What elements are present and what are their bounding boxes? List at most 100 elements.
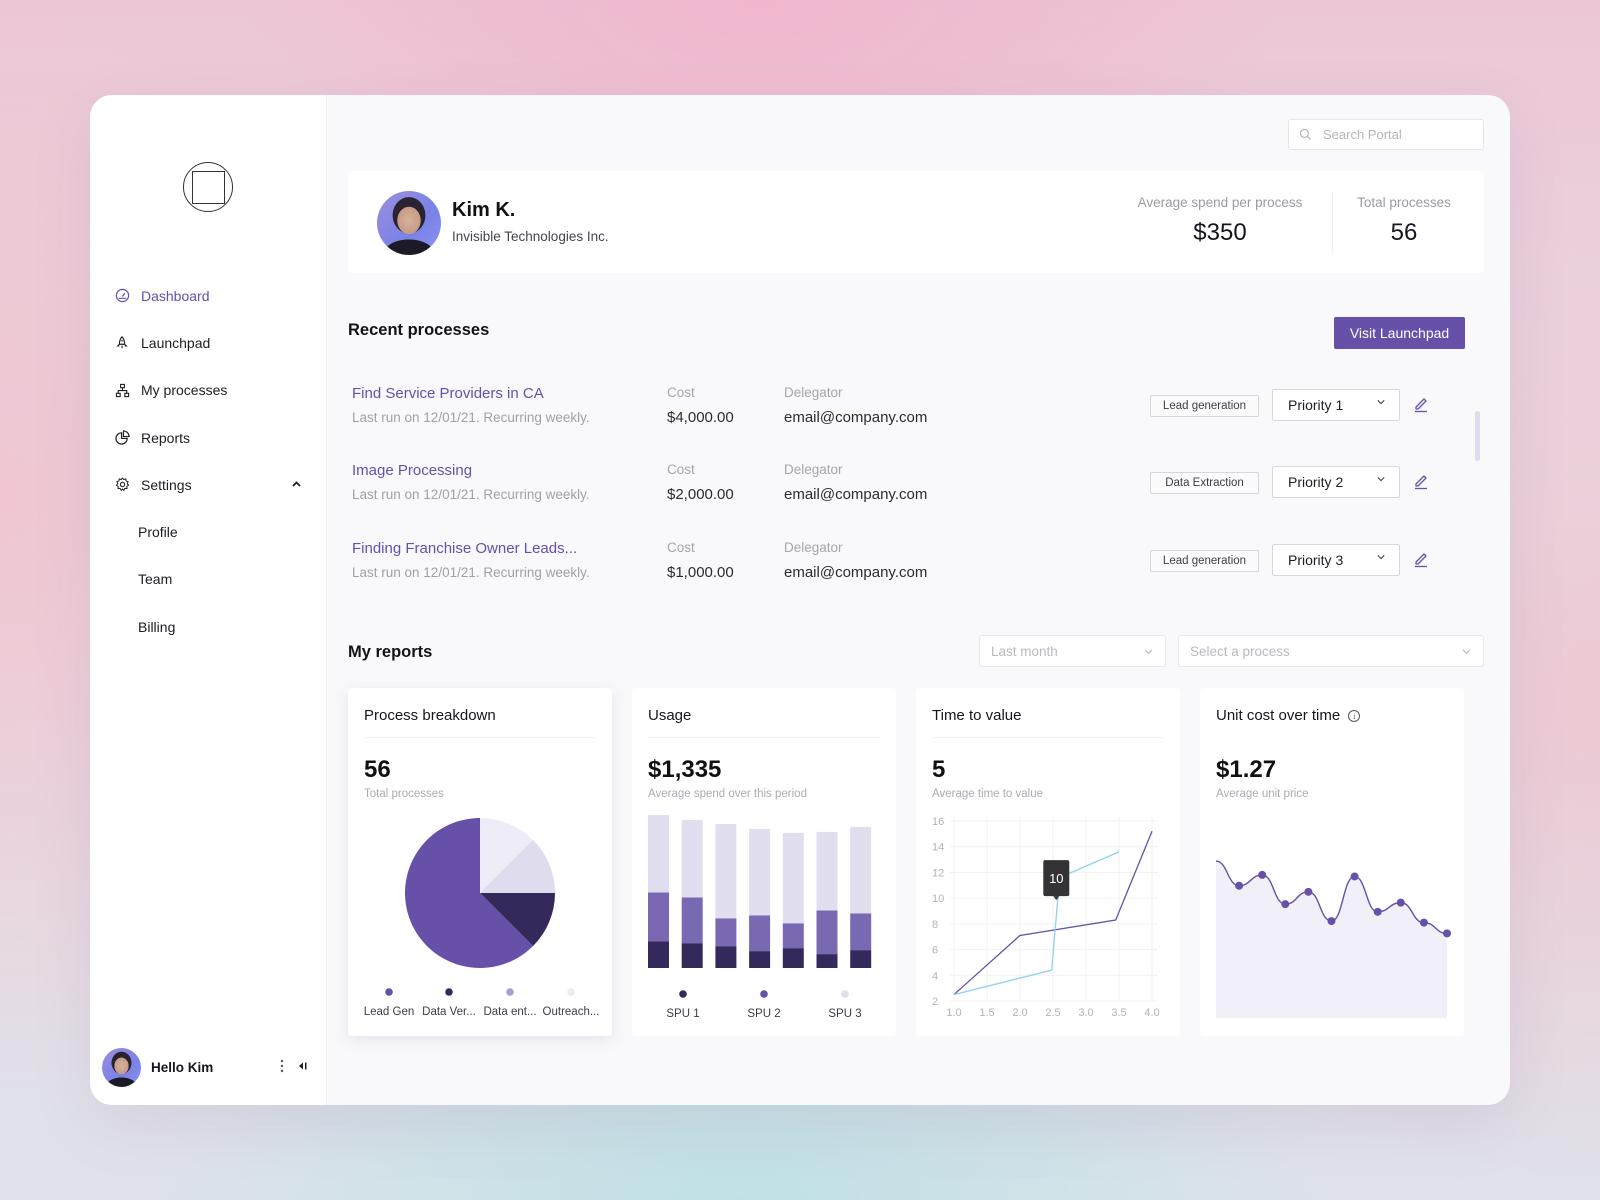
process-row: Finding Franchise Owner Leads... Last run… [352, 540, 1462, 590]
sidebar-item-label: My processes [141, 382, 228, 399]
bar-segment-spu-1 [648, 941, 669, 968]
data-point [1304, 887, 1313, 896]
y-tick-label: 12 [932, 867, 944, 879]
edit-pencil-icon[interactable] [1413, 395, 1429, 413]
priority-select[interactable]: Priority 3 [1272, 544, 1400, 576]
stat-value: $350 [1193, 219, 1247, 246]
sidebar-item-label: Launchpad [141, 334, 211, 351]
sidebar-item-dashboard[interactable]: Dashboard [114, 272, 304, 319]
y-tick-label: 8 [932, 919, 938, 931]
sidebar-item-launchpad[interactable]: Launchpad [114, 319, 304, 366]
cost-value: $1,000.00 [667, 564, 734, 581]
delegator-email: email@company.com [784, 486, 928, 503]
data-point [1235, 881, 1244, 890]
edit-pencil-icon[interactable] [1413, 472, 1429, 490]
chevron-up-icon[interactable] [292, 479, 301, 490]
process-title-link[interactable]: Image Processing [352, 462, 472, 479]
process-select-value: Select a process [1190, 643, 1290, 659]
data-point [1350, 872, 1359, 881]
sidebar-item-settings[interactable]: Settings [114, 461, 304, 508]
user-greeting: Hello Kim [151, 1059, 214, 1075]
logo[interactable] [183, 162, 233, 212]
process-title-link[interactable]: Finding Franchise Owner Leads... [352, 540, 577, 557]
period-select-value: Last month [991, 643, 1058, 659]
pie-chart-icon [114, 430, 130, 446]
category-tag: Lead generation [1150, 550, 1259, 572]
sidebar-item-reports[interactable]: Reports [114, 414, 304, 461]
profile-name: Kim K. [452, 199, 516, 221]
sidebar-subitem-profile[interactable]: Profile [114, 508, 304, 555]
tooltip-label: 10 [1049, 871, 1063, 886]
edit-pencil-icon[interactable] [1413, 550, 1429, 568]
sidebar-subitem-billing[interactable]: Billing [114, 603, 304, 650]
stat-average-spend: Average spend per process $350 [1130, 195, 1310, 247]
period-select[interactable]: Last month [979, 635, 1166, 667]
x-tick-label: 2.0 [1012, 1007, 1027, 1019]
my-reports-title: My reports [348, 643, 433, 661]
rocket-icon [114, 335, 130, 351]
bar-segment-spu-1 [782, 948, 804, 968]
delegator-email: email@company.com [784, 409, 928, 426]
y-tick-label: 4 [932, 970, 938, 982]
stat-total-processes: Total processes 56 [1344, 195, 1464, 247]
profile-avatar [377, 191, 441, 255]
recent-processes-title: Recent processes [348, 321, 490, 339]
unit-cost-card: Unit cost over time i $1.27 Average unit … [1200, 688, 1464, 1036]
usage-card: Usage $1,335 Average spend over this per… [632, 688, 896, 1036]
bar-segment-spu-3 [850, 826, 872, 914]
delegator-label: Delegator [784, 462, 843, 477]
priority-value: Priority 2 [1288, 474, 1344, 490]
legend-marker [679, 990, 687, 998]
cost-label: Cost [667, 540, 695, 555]
data-point [1258, 870, 1267, 879]
bar-segment-spu-3 [782, 832, 804, 924]
y-tick-label: 14 [932, 842, 944, 854]
stat-divider [1332, 193, 1333, 253]
delegator-label: Delegator [784, 540, 843, 555]
stacked-bar-chart: SPU 1 SPU 2 SPU 3 [648, 815, 872, 1020]
cost-value: $2,000.00 [667, 486, 734, 503]
legend-marker [506, 988, 514, 996]
bar-segment-spu-3 [681, 819, 703, 898]
y-tick-label: 6 [932, 945, 938, 957]
x-tick-label: 2.5 [1045, 1007, 1060, 1019]
sidebar-item-my-processes[interactable]: My processes [114, 367, 304, 414]
process-select[interactable]: Select a process [1178, 635, 1484, 667]
priority-value: Priority 1 [1288, 397, 1344, 413]
process-title-link[interactable]: Find Service Providers in CA [352, 385, 544, 402]
user-avatar[interactable] [102, 1047, 141, 1087]
priority-select[interactable]: Priority 2 [1272, 466, 1400, 498]
search-icon [1299, 128, 1313, 142]
process-last-run: Last run on 12/01/21. Recurring weekly. [352, 410, 590, 425]
process-row: Find Service Providers in CA Last run on … [352, 385, 1462, 435]
chevron-down-icon [1377, 400, 1385, 405]
bar-segment-spu-2 [850, 913, 872, 951]
sidebar-subitem-team[interactable]: Team [114, 556, 304, 603]
sidebar: Dashboard Launchpad My processes Reports [90, 95, 327, 1105]
process-breakdown-card: Process breakdown 56 Total processes Lea… [348, 688, 612, 1036]
collapse-sidebar-icon[interactable] [298, 1062, 307, 1072]
main-content: Search Portal Kim K. Invisible Technolog… [327, 95, 1510, 1105]
sidebar-item-label: Dashboard [141, 287, 210, 304]
cost-value: $4,000.00 [667, 409, 734, 426]
legend-label: SPU 3 [828, 1008, 861, 1020]
bar-segment-spu-1 [850, 950, 872, 968]
legend-label: Data Ver... [422, 1006, 476, 1018]
legend-marker [385, 988, 393, 996]
bar-segment-spu-2 [681, 897, 703, 944]
process-list-scrollbar[interactable] [1475, 411, 1480, 461]
legend-marker [760, 990, 768, 998]
bar-segment-spu-3 [816, 831, 838, 911]
more-options-icon[interactable] [280, 1059, 284, 1076]
bar-segment-spu-2 [648, 892, 669, 942]
legend-marker [841, 990, 849, 998]
priority-select[interactable]: Priority 1 [1272, 389, 1400, 421]
bar-segment-spu-2 [816, 910, 838, 955]
visit-launchpad-button[interactable]: Visit Launchpad [1334, 317, 1465, 349]
sidebar-subitem-label: Team [138, 571, 173, 588]
legend-label: SPU 1 [666, 1008, 699, 1020]
area-fill [1216, 861, 1447, 1018]
search-input[interactable]: Search Portal [1288, 119, 1484, 150]
data-point [1281, 900, 1290, 909]
data-point [1396, 898, 1405, 907]
